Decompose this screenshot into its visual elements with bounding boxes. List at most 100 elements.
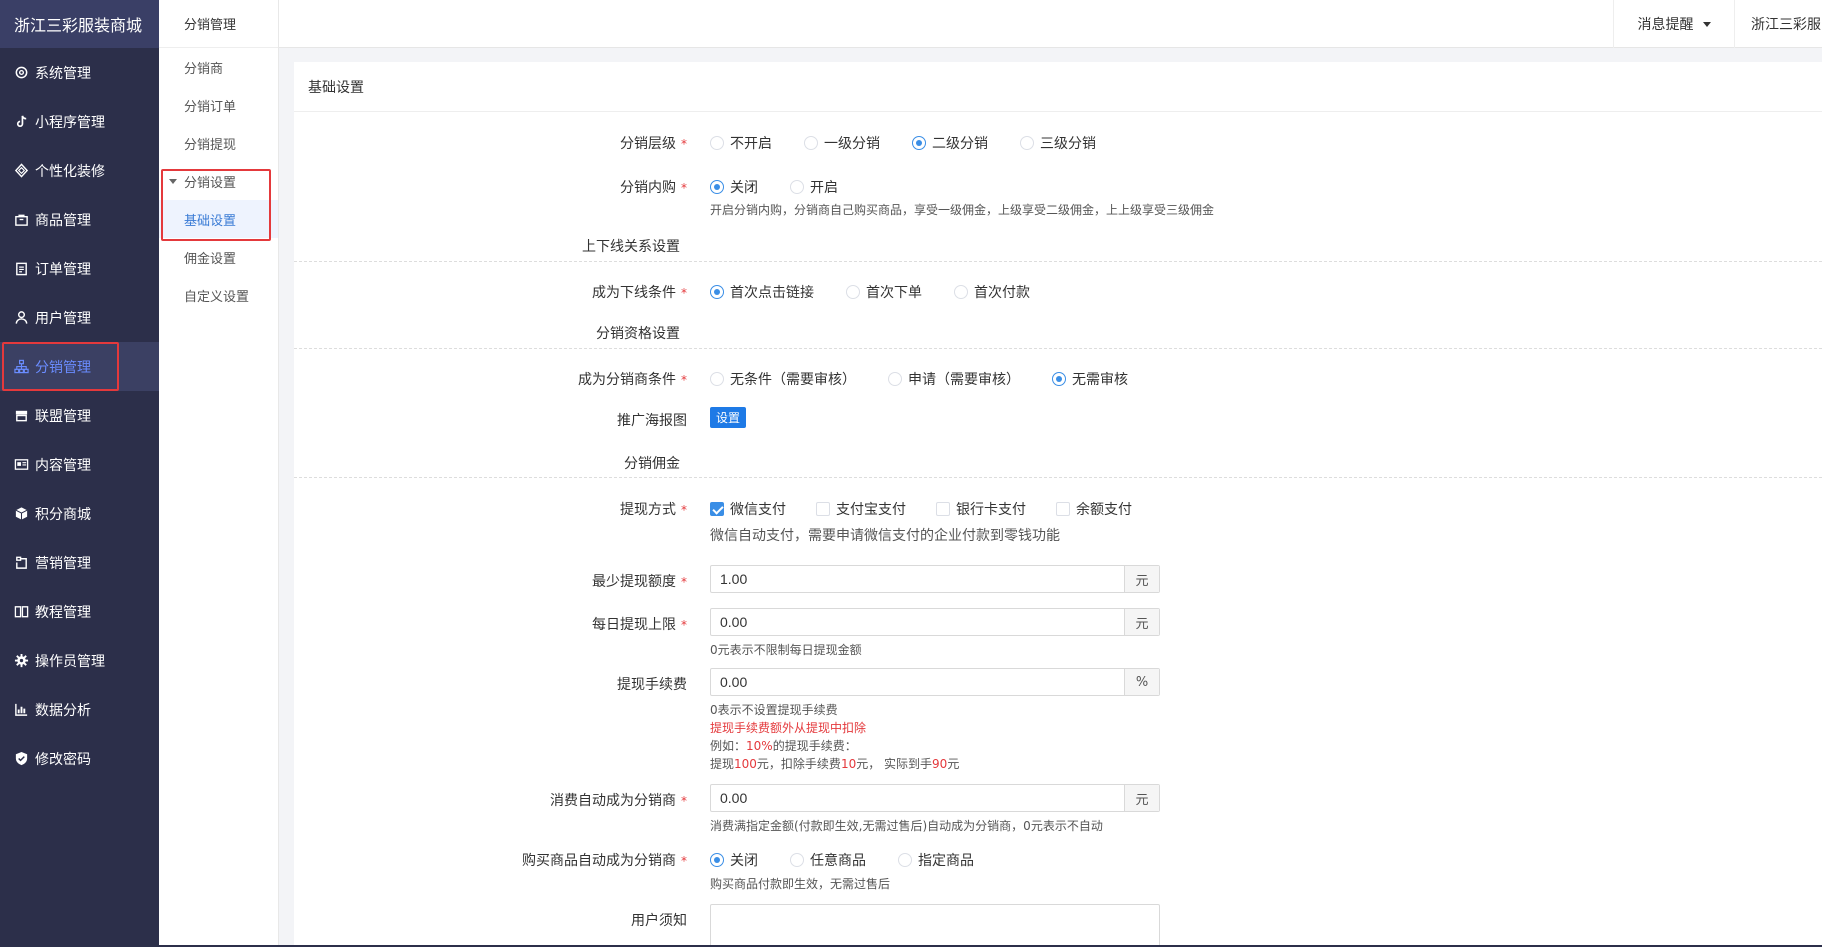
notice-textarea[interactable] xyxy=(710,904,1160,947)
checkbox-bank-card[interactable]: 银行卡支付 xyxy=(936,499,1026,519)
sidebar-item-goods[interactable]: 商品管理 xyxy=(0,195,159,244)
caret-down-icon xyxy=(1702,21,1711,27)
radio-become-unconditional[interactable]: 无条件（需要审核） xyxy=(710,369,856,389)
user-menu[interactable]: 浙江三彩服 xyxy=(1751,0,1821,48)
field-label: 每日提现上限 * xyxy=(592,617,687,633)
message-label: 消息提醒 xyxy=(1637,17,1694,33)
sidebar-item-alliance[interactable]: 联盟管理 xyxy=(0,391,159,440)
subnav-item-distributors[interactable]: 分销商 xyxy=(159,48,278,86)
sidebar-item-operators[interactable]: 操作员管理 xyxy=(0,636,159,685)
sidebar-item-points-mall[interactable]: 积分商城 xyxy=(0,489,159,538)
gear-icon xyxy=(13,65,29,81)
checkbox-wechat-pay[interactable]: 微信支付 xyxy=(710,499,786,519)
newspaper-icon xyxy=(13,457,29,473)
radio-level-one[interactable]: 一级分销 xyxy=(804,133,880,153)
unit-addon: 元 xyxy=(1124,566,1159,592)
subnav-item-orders[interactable]: 分销订单 xyxy=(159,86,278,124)
checkbox-balance[interactable]: 余额支付 xyxy=(1056,499,1132,519)
tiktok-icon xyxy=(13,114,29,130)
radio-auto-buy-off[interactable]: 关闭 xyxy=(710,850,758,870)
radio-downline-pay[interactable]: 首次付款 xyxy=(954,282,1030,302)
sidebar-item-users[interactable]: 用户管理 xyxy=(0,293,159,342)
sidebar-item-label: 营销管理 xyxy=(35,555,91,572)
sub-sidebar: 分销管理 分销商 分销订单 分销提现 分销设置 基础设置 佣金设置 自定义设置 xyxy=(159,0,279,947)
sidebar-item-label: 修改密码 xyxy=(35,751,91,768)
fee-hint-2: 提现手续费额外从提现中扣除 xyxy=(710,721,867,735)
subnav-item-commission-settings[interactable]: 佣金设置 xyxy=(159,238,278,276)
subnav-title: 分销管理 xyxy=(159,0,278,48)
radio-become-apply[interactable]: 申请（需要审核） xyxy=(888,369,1020,389)
subnav-item-basic-settings[interactable]: 基础设置 xyxy=(159,200,278,238)
sidebar-item-label: 订单管理 xyxy=(35,261,91,278)
sidebar-item-label: 个性化装修 xyxy=(35,163,105,180)
radio-self-buy-off[interactable]: 关闭 xyxy=(710,177,758,197)
radio-auto-buy-any[interactable]: 任意商品 xyxy=(790,850,866,870)
sidebar-item-miniprogram[interactable]: 小程序管理 xyxy=(0,97,159,146)
daily-limit-input[interactable] xyxy=(711,609,1124,635)
unit-addon: 元 xyxy=(1124,609,1159,635)
field-label: 成为下线条件 * xyxy=(592,285,687,301)
section-relation-title: 上下线关系设置 xyxy=(582,239,680,255)
sidebar-item-analytics[interactable]: 数据分析 xyxy=(0,685,159,734)
settings-card: 基础设置 分销层级 * 不开启 一级分销 二级分销 三级分销 分销内购 * 关闭 开… xyxy=(294,62,1822,947)
sidebar-item-system[interactable]: 系统管理 xyxy=(0,48,159,97)
auto-buy-radio-group: 关闭 任意商品 指定商品 xyxy=(710,850,1006,870)
section-divider xyxy=(294,477,1822,478)
radio-downline-click[interactable]: 首次点击链接 xyxy=(710,282,814,302)
row-fee: 提现手续费 % 0表示不设置提现手续费 提现手续费额外从提现中扣除 例如：10%… xyxy=(294,668,1822,771)
radio-level-three[interactable]: 三级分销 xyxy=(1020,133,1096,153)
subnav-group-settings[interactable]: 分销设置 xyxy=(159,162,278,200)
field-label: 用户须知 xyxy=(631,913,687,929)
row-auto-buy: 购买商品自动成为分销商 * 关闭 任意商品 指定商品 购买商品付款即生效，无需过售… xyxy=(294,848,1822,896)
radio-level-two[interactable]: 二级分销 xyxy=(912,133,988,153)
field-label: 购买商品自动成为分销商 * xyxy=(522,853,687,869)
sidebar-item-password[interactable]: 修改密码 xyxy=(0,734,159,783)
radio-become-no-review[interactable]: 无需审核 xyxy=(1052,369,1128,389)
section-qualify-title: 分销资格设置 xyxy=(596,326,680,342)
sidebar-item-tutorial[interactable]: 教程管理 xyxy=(0,587,159,636)
sidebar-item-content[interactable]: 内容管理 xyxy=(0,440,159,489)
top-header: 消息提醒 浙江三彩服 xyxy=(279,0,1822,48)
sidebar-item-marketing[interactable]: 营销管理 xyxy=(0,538,159,587)
min-withdraw-input[interactable] xyxy=(711,566,1124,592)
section-commission-title: 分销佣金 xyxy=(624,456,680,472)
level-radio-group: 不开启 一级分销 二级分销 三级分销 xyxy=(710,133,1128,153)
field-label: 分销层级 * xyxy=(620,136,687,152)
sidebar-item-distribution[interactable]: 分销管理 xyxy=(0,342,159,391)
radio-downline-order[interactable]: 首次下单 xyxy=(846,282,922,302)
sidebar-item-label: 商品管理 xyxy=(35,212,91,229)
sidebar-item-label: 用户管理 xyxy=(35,310,91,327)
fee-hint-4: 提现100元，扣除手续费10元， 实际到手90元 xyxy=(710,757,960,771)
auto-buy-hint: 购买商品付款即生效，无需过售后 xyxy=(710,877,891,891)
section-divider xyxy=(294,348,1822,349)
row-daily-limit: 每日提现上限* 元 0元表示不限制每日提现金额 xyxy=(294,608,1822,657)
sidebar-item-label: 分销管理 xyxy=(35,359,91,376)
shield-icon xyxy=(13,751,29,767)
poster-settings-button[interactable]: 设置 xyxy=(710,407,747,428)
poster-control: 设置 xyxy=(710,407,747,428)
sidebar-item-label: 数据分析 xyxy=(35,702,91,719)
sidebar-item-decoration[interactable]: 个性化装修 xyxy=(0,146,159,195)
withdraw-checkbox-group: 微信支付 支付宝支付 银行卡支付 余额支付 xyxy=(710,499,1162,519)
field-label: 成为分销商条件 * xyxy=(578,372,687,388)
min-withdraw-input-group: 元 xyxy=(710,565,1160,593)
fee-hint-1: 0表示不设置提现手续费 xyxy=(710,703,838,717)
unit-addon: 元 xyxy=(1124,785,1159,811)
checkbox-alipay[interactable]: 支付宝支付 xyxy=(816,499,906,519)
caret-down-icon xyxy=(169,178,177,184)
message-dropdown[interactable]: 消息提醒 xyxy=(1613,0,1735,48)
sidebar-item-label: 教程管理 xyxy=(35,604,91,621)
become-radio-group: 无条件（需要审核） 申请（需要审核） 无需审核 xyxy=(710,369,1160,389)
subnav-item-withdraw[interactable]: 分销提现 xyxy=(159,124,278,162)
subnav-item-custom-settings[interactable]: 自定义设置 xyxy=(159,276,278,314)
sidebar-item-orders[interactable]: 订单管理 xyxy=(0,244,159,293)
bag-icon xyxy=(13,212,29,228)
radio-level-off[interactable]: 不开启 xyxy=(710,133,772,153)
auto-consume-input[interactable] xyxy=(711,785,1124,811)
radio-auto-buy-specific[interactable]: 指定商品 xyxy=(898,850,974,870)
coupon-icon xyxy=(13,555,29,571)
row-min-withdraw: 最少提现额度* 元 xyxy=(294,565,1822,595)
row-self-buy: 分销内购 * 关闭 开启 开启分销内购，分销商自己购买商品，享受一级佣金，上级享受… xyxy=(294,175,1822,223)
radio-self-buy-on[interactable]: 开启 xyxy=(790,177,838,197)
fee-input[interactable] xyxy=(711,669,1124,695)
